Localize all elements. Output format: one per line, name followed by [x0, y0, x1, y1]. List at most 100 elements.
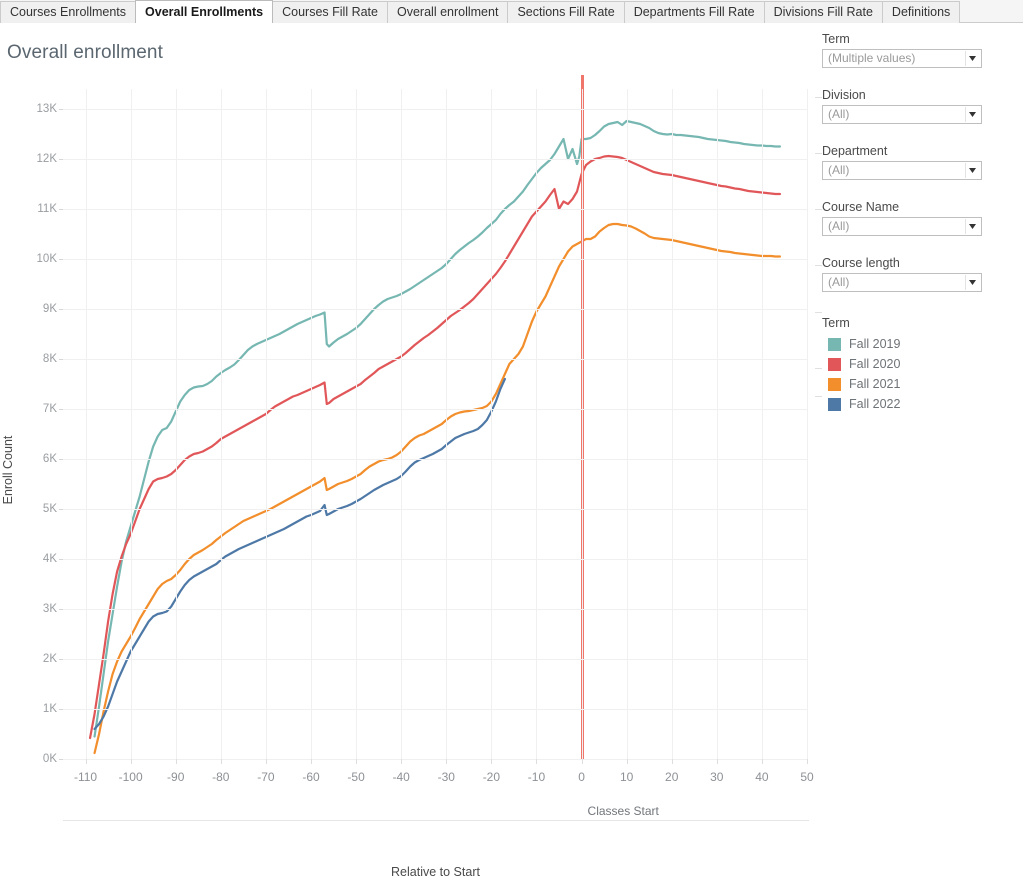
x-gridline [671, 89, 673, 759]
filter-course-length[interactable]: Course length (All) [822, 256, 982, 292]
y-gridline [63, 109, 807, 110]
legend-item-fall-2021[interactable]: Fall 2021 [822, 374, 992, 394]
tab-definitions[interactable]: Definitions [881, 1, 961, 23]
x-tick-label: -50 [347, 770, 365, 784]
x-gridline [265, 89, 267, 759]
x-tick-label: 0 [578, 770, 585, 784]
panel-divider [815, 97, 822, 98]
x-tick-label: -20 [482, 770, 501, 784]
x-gridline [175, 89, 177, 759]
filter-term[interactable]: Term (Multiple values) [822, 32, 982, 68]
y-tick-label: 3K [42, 603, 57, 615]
x-tick-mark [536, 759, 538, 764]
y-tick-label: 1K [42, 703, 57, 715]
filter-selected-value: (All) [828, 219, 850, 233]
filter-dropdown[interactable]: (All) [822, 217, 982, 236]
x-tick-mark [220, 759, 222, 764]
filter-selected-value: (All) [828, 275, 850, 289]
legend-item-fall-2022[interactable]: Fall 2022 [822, 394, 992, 414]
panel-divider [815, 153, 822, 154]
x-gridline [130, 89, 132, 759]
y-gridline [63, 259, 807, 260]
y-tick-mark [59, 609, 63, 610]
tab-divisions-fill-rate[interactable]: Divisions Fill Rate [763, 1, 883, 23]
x-gridline [446, 89, 448, 759]
tab-courses-fill-rate[interactable]: Courses Fill Rate [272, 1, 388, 23]
x-tick-label: 40 [755, 770, 769, 784]
x-gridline [716, 89, 718, 759]
chevron-down-icon[interactable] [965, 163, 978, 178]
chevron-down-icon[interactable] [965, 107, 978, 122]
classes-start-label: Classes Start [587, 804, 659, 818]
plot-area[interactable]: 0K 1K 2K 3K 4K 5K 6K 7K 8K 9K 10K 11K 12K 13K -110 -100… [37, 75, 814, 784]
legend-item-fall-2019[interactable]: Fall 2019 [822, 334, 992, 354]
x-tick-mark [311, 759, 312, 764]
x-tick-mark [130, 759, 132, 764]
tab-overall-enrollment[interactable]: Overall enrollment [387, 1, 509, 23]
y-gridline [63, 609, 807, 610]
tab-overall-enrollments[interactable]: Overall Enrollments [135, 0, 274, 23]
x-tick-label: 30 [710, 770, 724, 784]
y-gridline [63, 759, 807, 760]
y-tick-mark [59, 209, 63, 210]
filter-selected-value: (All) [828, 163, 850, 177]
y-tick-label: 8K [42, 353, 57, 365]
panel-divider [815, 396, 822, 397]
x-tick-label: -30 [437, 770, 455, 784]
tab-sections-fill-rate[interactable]: Sections Fill Rate [507, 1, 625, 23]
y-gridline [63, 709, 807, 710]
chevron-down-icon[interactable] [965, 51, 978, 66]
x-tick-label: 10 [619, 770, 634, 784]
y-gridline [63, 509, 807, 510]
y-gridline [63, 209, 807, 210]
filter-dropdown[interactable]: (All) [822, 161, 982, 180]
x-gridline [536, 89, 538, 759]
y-tick-label: 9K [42, 303, 57, 315]
chevron-down-icon[interactable] [965, 275, 978, 290]
y-tick-mark [59, 559, 63, 560]
filter-dropdown[interactable]: (All) [822, 105, 982, 124]
legend-item-fall-2020[interactable]: Fall 2020 [822, 354, 992, 374]
x-tick-mark [491, 759, 493, 764]
filter-selected-value: (Multiple values) [828, 51, 916, 65]
tab-courses-enrollments[interactable]: Courses Enrollments [0, 1, 137, 23]
x-gridline [491, 89, 493, 759]
x-gridline [220, 89, 222, 759]
x-tick-mark [356, 759, 358, 764]
filter-dropdown[interactable]: (Multiple values) [822, 49, 982, 68]
y-tick-mark [59, 409, 63, 410]
y-tick-label: 13K [36, 103, 57, 115]
filter-label: Course length [822, 256, 900, 270]
filter-course-name[interactable]: Course Name (All) [822, 200, 982, 236]
y-gridline [63, 459, 807, 460]
y-gridline [63, 559, 807, 560]
y-gridline [63, 159, 807, 160]
legend-color-swatch [828, 377, 841, 391]
x-tick-label: -60 [302, 770, 320, 784]
filter-panel: Term Fall 2019 Fall 2020 Fall 2021 Fall 202… [815, 23, 1023, 815]
x-gridline [311, 89, 312, 759]
filter-department[interactable]: Department (All) [822, 144, 982, 180]
x-tick-mark [265, 759, 267, 764]
y-tick-mark [59, 309, 63, 310]
filter-label: Course Name [822, 200, 900, 214]
x-tick-label: -80 [212, 770, 230, 784]
y-tick-mark [59, 759, 63, 760]
x-gridline [85, 89, 87, 759]
series-line-fall-2021 [93, 222, 782, 755]
panel-divider [815, 209, 822, 210]
y-gridline [63, 309, 807, 310]
x-tick-mark [761, 759, 763, 764]
x-tick-label: -100 [118, 770, 143, 784]
legend-color-swatch [828, 397, 841, 411]
y-tick-mark [59, 459, 63, 460]
x-gridline [761, 89, 763, 759]
filter-dropdown[interactable]: (All) [822, 273, 982, 292]
panel-divider [815, 368, 822, 369]
x-gridline [581, 89, 583, 759]
chevron-down-icon[interactable] [965, 219, 978, 234]
filter-division[interactable]: Division (All) [822, 88, 982, 124]
tab-departments-fill-rate[interactable]: Departments Fill Rate [623, 1, 765, 23]
y-tick-label: 4K [42, 553, 57, 565]
chart-container: 0K 1K 2K 3K 4K 5K 6K 7K 8K 9K 10K 11K 12K 13K -110 -100… [0, 75, 815, 879]
